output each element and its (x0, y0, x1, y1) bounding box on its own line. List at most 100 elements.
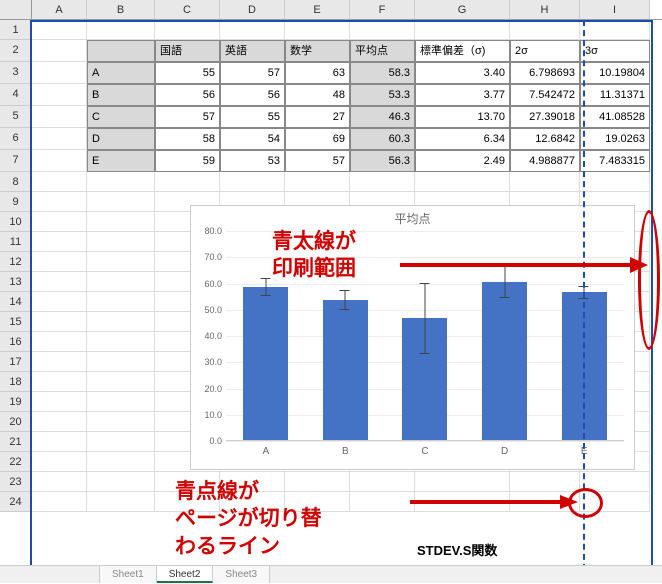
cell[interactable] (350, 20, 415, 40)
cell[interactable] (580, 492, 650, 512)
cell[interactable] (32, 272, 87, 292)
row-header[interactable]: 23 (0, 472, 32, 492)
sd-cell[interactable]: 3.77 (415, 84, 510, 106)
col-header-I[interactable]: I (580, 0, 650, 19)
cell[interactable] (32, 312, 87, 332)
row-header[interactable]: 18 (0, 372, 32, 392)
sd2-cell[interactable]: 4.988877 (510, 150, 580, 172)
cell[interactable] (32, 492, 87, 512)
cell[interactable] (155, 20, 220, 40)
spreadsheet-grid[interactable]: A B C D E F G H I 1 2 国語 英語 (0, 0, 662, 583)
row-header-1[interactable]: 1 (0, 20, 32, 40)
row-label-cell[interactable]: E (87, 150, 155, 172)
sd2-cell[interactable]: 7.542472 (510, 84, 580, 106)
cell[interactable] (87, 252, 155, 272)
cell[interactable] (32, 212, 87, 232)
data-cell[interactable]: 57 (155, 106, 220, 128)
sd2-cell[interactable]: 6.798693 (510, 62, 580, 84)
cell[interactable] (220, 20, 285, 40)
sd-cell[interactable]: 13.70 (415, 106, 510, 128)
row-header[interactable]: 7 (0, 150, 32, 172)
row-label-cell[interactable]: D (87, 128, 155, 150)
row-header[interactable]: 12 (0, 252, 32, 272)
cell[interactable] (350, 472, 415, 492)
cell[interactable] (87, 352, 155, 372)
row-header[interactable]: 19 (0, 392, 32, 412)
cell[interactable] (510, 172, 580, 192)
row-header[interactable]: 14 (0, 292, 32, 312)
data-cell[interactable]: 69 (285, 128, 350, 150)
cell[interactable] (32, 392, 87, 412)
cell[interactable] (32, 292, 87, 312)
row-header[interactable]: 22 (0, 452, 32, 472)
cell[interactable] (87, 472, 155, 492)
cell[interactable] (32, 128, 87, 150)
header-cell-sd[interactable]: 標準偏差（σ) (415, 40, 510, 62)
header-cell-3sd[interactable]: 3σ (580, 40, 650, 62)
col-header-A[interactable]: A (32, 0, 87, 19)
cell[interactable] (87, 412, 155, 432)
data-cell[interactable]: 63 (285, 62, 350, 84)
cell[interactable] (87, 20, 155, 40)
avg-cell[interactable]: 53.3 (350, 84, 415, 106)
col-header-B[interactable]: B (87, 0, 155, 19)
data-cell[interactable]: 56 (220, 84, 285, 106)
sd-cell[interactable]: 2.49 (415, 150, 510, 172)
cell[interactable] (580, 20, 650, 40)
cell[interactable] (32, 252, 87, 272)
cell[interactable] (87, 432, 155, 452)
cell[interactable] (285, 172, 350, 192)
cell[interactable] (32, 40, 87, 62)
cell[interactable] (32, 62, 87, 84)
cell[interactable] (285, 20, 350, 40)
avg-cell[interactable]: 56.3 (350, 150, 415, 172)
cell[interactable] (510, 472, 580, 492)
data-cell[interactable]: 57 (220, 62, 285, 84)
col-header-F[interactable]: F (350, 0, 415, 19)
data-cell[interactable]: 27 (285, 106, 350, 128)
select-all-corner[interactable] (0, 0, 32, 19)
cell[interactable] (32, 150, 87, 172)
row-header[interactable]: 17 (0, 352, 32, 372)
cell[interactable] (87, 452, 155, 472)
chart-embedded[interactable]: 平均点 0.010.020.030.040.050.060.070.080.0 (190, 205, 635, 470)
data-cell[interactable]: 54 (220, 128, 285, 150)
data-cell[interactable]: 56 (155, 84, 220, 106)
avg-cell[interactable]: 46.3 (350, 106, 415, 128)
cell[interactable] (415, 172, 510, 192)
cell[interactable] (32, 412, 87, 432)
cell[interactable] (415, 20, 510, 40)
cell[interactable] (32, 332, 87, 352)
row-label-cell[interactable]: A (87, 62, 155, 84)
sd3-cell[interactable]: 10.19804 (580, 62, 650, 84)
cell[interactable] (32, 452, 87, 472)
cell[interactable] (32, 106, 87, 128)
sd3-cell[interactable]: 7.483315 (580, 150, 650, 172)
header-cell-sugaku[interactable]: 数学 (285, 40, 350, 62)
cell[interactable] (87, 192, 155, 212)
cell[interactable] (415, 472, 510, 492)
row-header[interactable]: 5 (0, 106, 32, 128)
cell[interactable] (415, 492, 510, 512)
cell[interactable] (32, 232, 87, 252)
data-cell[interactable]: 57 (285, 150, 350, 172)
cell[interactable] (32, 20, 87, 40)
row-header[interactable]: 21 (0, 432, 32, 452)
header-cell-avg[interactable]: 平均点 (350, 40, 415, 62)
cell[interactable] (87, 372, 155, 392)
data-cell[interactable]: 58 (155, 128, 220, 150)
cell[interactable] (87, 272, 155, 292)
cell[interactable] (350, 492, 415, 512)
header-cell-2sd[interactable]: 2σ (510, 40, 580, 62)
col-header-E[interactable]: E (285, 0, 350, 19)
row-header[interactable]: 3 (0, 62, 32, 84)
col-header-G[interactable]: G (415, 0, 510, 19)
cell[interactable] (87, 292, 155, 312)
cell[interactable] (510, 492, 580, 512)
cell[interactable] (87, 212, 155, 232)
row-header[interactable]: 16 (0, 332, 32, 352)
sheet-tab[interactable]: Sheet3 (213, 566, 270, 583)
row-header[interactable]: 10 (0, 212, 32, 232)
header-cell-kokugo[interactable]: 国語 (155, 40, 220, 62)
cell[interactable] (32, 192, 87, 212)
